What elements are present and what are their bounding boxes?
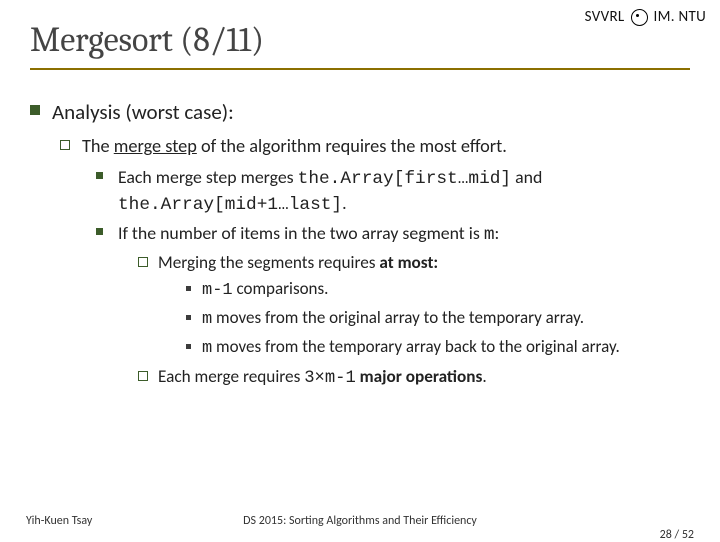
bullet-moves-to-temp: m moves from the original array to the t… xyxy=(184,307,704,332)
code: m xyxy=(202,339,212,358)
footer-course: DS 2015: Sorting Algorithms and Their Ef… xyxy=(0,514,720,528)
code: m-1 xyxy=(202,281,233,300)
slide-content: Analysis (worst case): The merge step of… xyxy=(0,70,720,390)
t: moves from the temporary array back to t… xyxy=(212,336,620,357)
t: comparisons. xyxy=(233,278,329,299)
footer-author: Yih-Kuen Tsay xyxy=(26,514,92,528)
t-u: merge step xyxy=(114,135,197,157)
bullet-comparisons: m-1 comparisons. xyxy=(184,278,704,303)
t: . xyxy=(482,366,486,387)
code: the.Array[first…mid] xyxy=(298,169,511,189)
code: m xyxy=(484,225,495,245)
t-b: major operations xyxy=(356,366,483,387)
footer: Yih-Kuen Tsay DS 2015: Sorting Algorithm… xyxy=(0,514,720,528)
code: 3×m-1 xyxy=(304,369,356,388)
code: m xyxy=(202,310,212,329)
dept-text: IM. NTU xyxy=(654,8,707,26)
t: Merging the segments requires xyxy=(158,252,379,273)
t: . xyxy=(342,192,347,214)
t: and xyxy=(511,166,542,188)
t: : xyxy=(495,222,500,244)
code: the.Array[mid+1…last] xyxy=(118,195,342,215)
t: The xyxy=(82,135,114,157)
bullet-m-items: If the number of items in the two array … xyxy=(96,221,704,390)
t2: of the algorithm requires the most effor… xyxy=(197,135,507,157)
bullet-moves-back: m moves from the temporary array back to… xyxy=(184,336,704,361)
org-text: SVVRL xyxy=(585,8,625,26)
text: Analysis (worst case): xyxy=(52,99,234,125)
t: Each merge step merges xyxy=(118,166,298,188)
bullet-mergestep: The merge step of the algorithm requires… xyxy=(60,134,704,390)
at-icon xyxy=(631,9,648,26)
t: Each merge requires xyxy=(158,366,304,387)
bullet-atmost: Merging the segments requires at most: m… xyxy=(138,251,704,361)
bullet-total-ops: Each merge requires 3×m-1 major operatio… xyxy=(138,365,704,390)
bullet-arrays: Each merge step merges the.Array[first…m… xyxy=(96,165,704,217)
header-org: SVVRL IM. NTU xyxy=(585,8,706,26)
t: moves from the original array to the tem… xyxy=(212,307,584,328)
t: If the number of items in the two array … xyxy=(118,222,484,244)
bullet-analysis: Analysis (worst case): The merge step of… xyxy=(30,98,704,390)
t-b: at most: xyxy=(379,252,438,273)
